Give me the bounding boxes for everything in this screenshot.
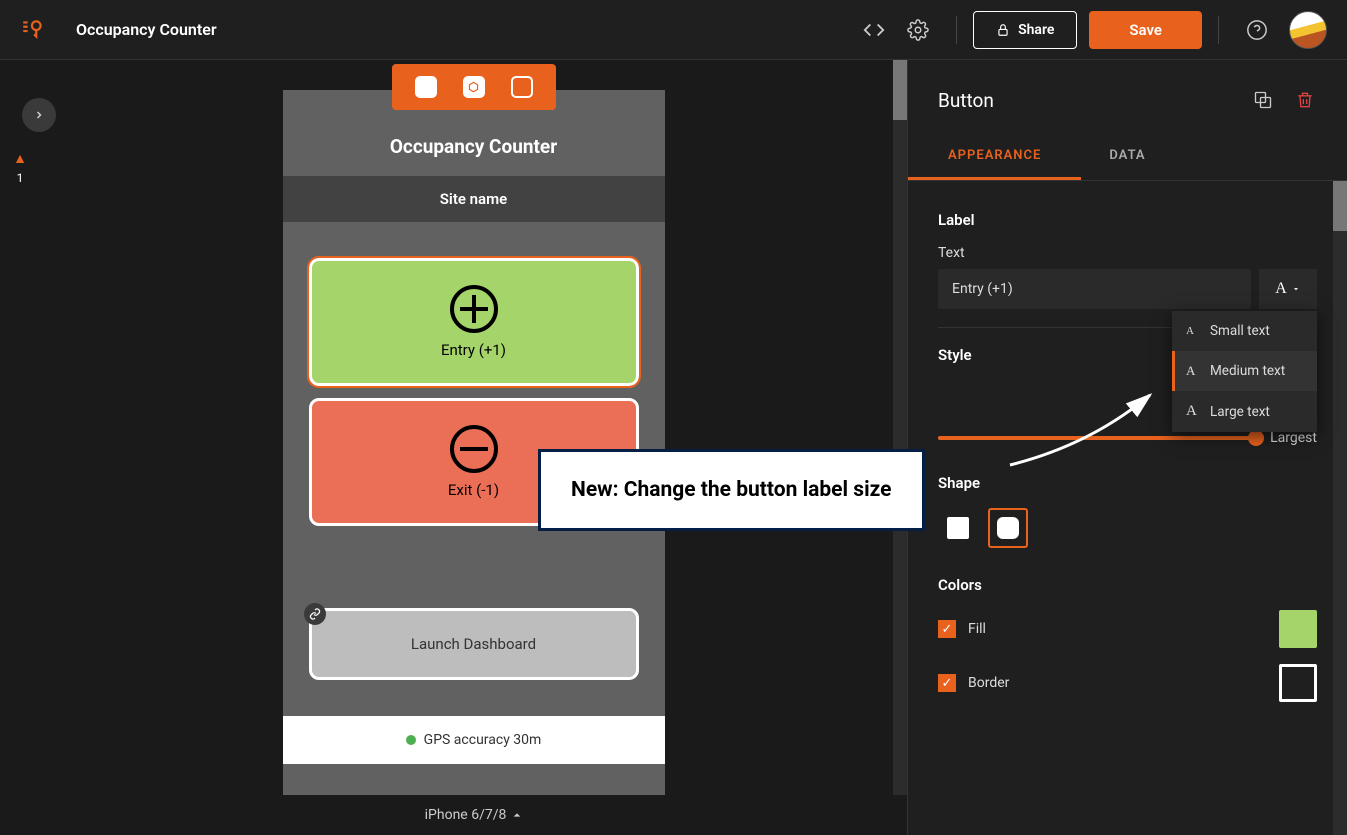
divider	[1218, 16, 1219, 44]
share-button[interactable]: Share	[973, 11, 1077, 49]
panel-scrollbar[interactable]	[1333, 181, 1347, 835]
label-text-input[interactable]	[938, 269, 1251, 309]
divider	[956, 16, 957, 44]
slider-value: Largest	[1270, 430, 1317, 446]
toolbar-link-icon[interactable]: ⬡	[454, 72, 494, 102]
launch-label: Launch Dashboard	[411, 635, 536, 653]
toolbar-outline-icon[interactable]	[502, 72, 542, 102]
fill-color-swatch[interactable]	[1279, 610, 1317, 648]
duplicate-icon[interactable]	[1251, 88, 1275, 112]
toolbar-fill-icon[interactable]	[406, 72, 446, 102]
panel-body: Label Text A ASmall text AMedium text AL…	[908, 181, 1347, 835]
border-color-swatch[interactable]	[1279, 664, 1317, 702]
text-sublabel: Text	[938, 245, 1317, 261]
gps-text: GPS accuracy 30m	[424, 732, 542, 748]
text-size-dropdown[interactable]: A ASmall text AMedium text ALarge text	[1259, 269, 1317, 309]
tab-data[interactable]: DATA	[1081, 134, 1173, 180]
page-title: Occupancy Counter	[76, 20, 217, 39]
shape-square[interactable]	[938, 508, 978, 548]
launch-dashboard-button[interactable]: Launch Dashboard	[309, 608, 639, 680]
gps-footer: GPS accuracy 30m	[283, 716, 665, 764]
entry-button-label: Entry (+1)	[441, 341, 506, 359]
canvas-scrollbar[interactable]	[893, 60, 907, 795]
exit-button-label: Exit (-1)	[448, 481, 499, 499]
shape-section: Shape	[938, 474, 1317, 492]
border-checkbox[interactable]: ✓	[938, 674, 956, 692]
panel-title: Button	[938, 89, 1233, 112]
panel-header: Button	[908, 60, 1347, 134]
save-button[interactable]: Save	[1089, 11, 1202, 49]
size-option-medium[interactable]: AMedium text	[1172, 351, 1317, 391]
code-icon[interactable]	[856, 12, 892, 48]
panel-tabs: APPEARANCE DATA	[908, 134, 1347, 181]
help-icon[interactable]	[1239, 12, 1275, 48]
border-label: Border	[968, 675, 1267, 691]
warning-icon[interactable]: ▲	[13, 150, 27, 167]
plus-icon	[450, 285, 498, 333]
chevron-down-icon	[1291, 284, 1301, 294]
gps-dot-icon	[406, 735, 416, 745]
fill-label: Fill	[968, 621, 1267, 637]
app-logo[interactable]	[20, 17, 46, 43]
app-header-title: Occupancy Counter	[283, 135, 665, 158]
entry-button[interactable]: Entry (+1)	[309, 258, 639, 386]
minus-icon	[450, 425, 498, 473]
fill-checkbox[interactable]: ✓	[938, 620, 956, 638]
label-section: Label	[938, 211, 1317, 229]
callout: New: Change the button label size	[538, 449, 925, 531]
callout-arrow	[1000, 385, 1170, 475]
device-label: iPhone 6/7/8	[425, 807, 507, 823]
element-toolbar: ⬡	[392, 64, 556, 110]
colors-section: Colors	[938, 576, 1317, 594]
warning-count: 1	[17, 171, 24, 185]
top-bar: Occupancy Counter Share Save	[0, 0, 1347, 60]
chevron-up-icon	[512, 810, 522, 820]
settings-icon[interactable]	[900, 12, 936, 48]
tab-appearance[interactable]: APPEARANCE	[908, 134, 1081, 180]
delete-icon[interactable]	[1293, 88, 1317, 112]
size-option-small[interactable]: ASmall text	[1172, 311, 1317, 351]
device-selector[interactable]: iPhone 6/7/8	[40, 795, 907, 835]
link-indicator-icon	[304, 603, 326, 625]
device-frame: ⬡ Occupancy Counter Site name Entry (+1)…	[283, 90, 665, 795]
canvas: ⬡ Occupancy Counter Site name Entry (+1)…	[40, 60, 907, 795]
size-option-large[interactable]: ALarge text	[1172, 391, 1317, 432]
shape-rounded[interactable]	[988, 508, 1028, 548]
app-subheader[interactable]: Site name	[283, 176, 665, 222]
left-gutter: ▲ 1	[0, 60, 40, 835]
user-avatar[interactable]	[1289, 11, 1327, 49]
size-dropdown-popup: ASmall text AMedium text ALarge text	[1172, 311, 1317, 432]
share-label: Share	[1018, 22, 1054, 38]
